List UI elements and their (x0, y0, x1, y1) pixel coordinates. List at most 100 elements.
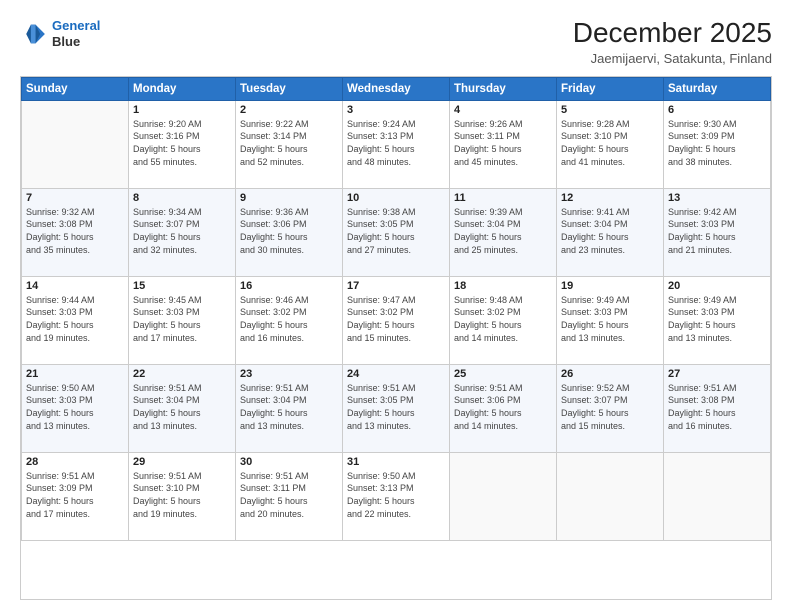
day-info: Sunrise: 9:52 AMSunset: 3:07 PMDaylight:… (561, 382, 659, 432)
col-monday: Monday (129, 77, 236, 100)
day-info: Sunrise: 9:48 AMSunset: 3:02 PMDaylight:… (454, 294, 552, 344)
table-row: 27 Sunrise: 9:51 AMSunset: 3:08 PMDayligh… (664, 364, 771, 452)
table-row: 28 Sunrise: 9:51 AMSunset: 3:09 PMDayligh… (22, 452, 129, 540)
day-info: Sunrise: 9:32 AMSunset: 3:08 PMDaylight:… (26, 206, 124, 256)
table-row (22, 100, 129, 188)
day-number: 10 (347, 192, 445, 204)
day-info: Sunrise: 9:50 AMSunset: 3:03 PMDaylight:… (26, 382, 124, 432)
day-info: Sunrise: 9:22 AMSunset: 3:14 PMDaylight:… (240, 118, 338, 168)
table-row: 19 Sunrise: 9:49 AMSunset: 3:03 PMDayligh… (557, 276, 664, 364)
day-number: 4 (454, 104, 552, 116)
day-info: Sunrise: 9:51 AMSunset: 3:10 PMDaylight:… (133, 470, 231, 520)
table-row: 3 Sunrise: 9:24 AMSunset: 3:13 PMDaylight… (343, 100, 450, 188)
table-row: 31 Sunrise: 9:50 AMSunset: 3:13 PMDayligh… (343, 452, 450, 540)
day-number: 24 (347, 368, 445, 380)
day-number: 2 (240, 104, 338, 116)
day-info: Sunrise: 9:28 AMSunset: 3:10 PMDaylight:… (561, 118, 659, 168)
day-info: Sunrise: 9:44 AMSunset: 3:03 PMDaylight:… (26, 294, 124, 344)
day-info: Sunrise: 9:51 AMSunset: 3:06 PMDaylight:… (454, 382, 552, 432)
table-row: 1 Sunrise: 9:20 AMSunset: 3:16 PMDaylight… (129, 100, 236, 188)
day-info: Sunrise: 9:50 AMSunset: 3:13 PMDaylight:… (347, 470, 445, 520)
day-number: 15 (133, 280, 231, 292)
table-row (557, 452, 664, 540)
logo-icon (20, 20, 48, 48)
calendar-week-row: 1 Sunrise: 9:20 AMSunset: 3:16 PMDaylight… (22, 100, 771, 188)
day-info: Sunrise: 9:46 AMSunset: 3:02 PMDaylight:… (240, 294, 338, 344)
table-row: 29 Sunrise: 9:51 AMSunset: 3:10 PMDayligh… (129, 452, 236, 540)
day-info: Sunrise: 9:24 AMSunset: 3:13 PMDaylight:… (347, 118, 445, 168)
col-tuesday: Tuesday (236, 77, 343, 100)
table-row: 26Sunrise: 9:52 AMSunset: 3:07 PMDayligh… (557, 364, 664, 452)
header: General Blue December 2025 Jaemijaervi, … (20, 18, 772, 66)
table-row (664, 452, 771, 540)
col-saturday: Saturday (664, 77, 771, 100)
table-row: 20Sunrise: 9:49 AMSunset: 3:03 PMDayligh… (664, 276, 771, 364)
day-number: 6 (668, 104, 766, 116)
page: General Blue December 2025 Jaemijaervi, … (0, 0, 792, 612)
day-info: Sunrise: 9:49 AMSunset: 3:03 PMDaylight:… (561, 294, 659, 344)
day-number: 27 (668, 368, 766, 380)
table-row: 12 Sunrise: 9:41 AMSunset: 3:04 PMDayligh… (557, 188, 664, 276)
main-title: December 2025 (573, 18, 772, 49)
table-row: 4 Sunrise: 9:26 AMSunset: 3:11 PMDaylight… (450, 100, 557, 188)
day-number: 18 (454, 280, 552, 292)
day-info: Sunrise: 9:38 AMSunset: 3:05 PMDaylight:… (347, 206, 445, 256)
subtitle: Jaemijaervi, Satakunta, Finland (573, 51, 772, 66)
day-info: Sunrise: 9:42 AMSunset: 3:03 PMDaylight:… (668, 206, 766, 256)
day-number: 12 (561, 192, 659, 204)
day-number: 20 (668, 280, 766, 292)
table-row: 13Sunrise: 9:42 AMSunset: 3:03 PMDayligh… (664, 188, 771, 276)
table-row: 24 Sunrise: 9:51 AMSunset: 3:05 PMDayligh… (343, 364, 450, 452)
table-row: 22 Sunrise: 9:51 AMSunset: 3:04 PMDayligh… (129, 364, 236, 452)
day-number: 14 (26, 280, 124, 292)
day-number: 5 (561, 104, 659, 116)
table-row: 15Sunrise: 9:45 AMSunset: 3:03 PMDayligh… (129, 276, 236, 364)
day-info: Sunrise: 9:20 AMSunset: 3:16 PMDaylight:… (133, 118, 231, 168)
day-info: Sunrise: 9:39 AMSunset: 3:04 PMDaylight:… (454, 206, 552, 256)
day-number: 25 (454, 368, 552, 380)
logo-text: General Blue (52, 18, 100, 49)
day-number: 7 (26, 192, 124, 204)
day-info: Sunrise: 9:51 AMSunset: 3:04 PMDaylight:… (240, 382, 338, 432)
calendar-week-row: 28 Sunrise: 9:51 AMSunset: 3:09 PMDayligh… (22, 452, 771, 540)
day-info: Sunrise: 9:26 AMSunset: 3:11 PMDaylight:… (454, 118, 552, 168)
table-row: 25 Sunrise: 9:51 AMSunset: 3:06 PMDayligh… (450, 364, 557, 452)
table-row: 30Sunrise: 9:51 AMSunset: 3:11 PMDayligh… (236, 452, 343, 540)
day-info: Sunrise: 9:41 AMSunset: 3:04 PMDaylight:… (561, 206, 659, 256)
table-row: 16Sunrise: 9:46 AMSunset: 3:02 PMDayligh… (236, 276, 343, 364)
col-sunday: Sunday (22, 77, 129, 100)
day-info: Sunrise: 9:51 AMSunset: 3:05 PMDaylight:… (347, 382, 445, 432)
day-number: 21 (26, 368, 124, 380)
logo: General Blue (20, 18, 100, 49)
day-number: 17 (347, 280, 445, 292)
day-number: 19 (561, 280, 659, 292)
day-info: Sunrise: 9:51 AMSunset: 3:08 PMDaylight:… (668, 382, 766, 432)
day-number: 1 (133, 104, 231, 116)
calendar-week-row: 21 Sunrise: 9:50 AMSunset: 3:03 PMDayligh… (22, 364, 771, 452)
day-number: 31 (347, 456, 445, 468)
table-row: 9Sunrise: 9:36 AMSunset: 3:06 PMDaylight… (236, 188, 343, 276)
calendar-week-row: 7 Sunrise: 9:32 AMSunset: 3:08 PMDaylight… (22, 188, 771, 276)
table-row: 23 Sunrise: 9:51 AMSunset: 3:04 PMDayligh… (236, 364, 343, 452)
day-info: Sunrise: 9:51 AMSunset: 3:04 PMDaylight:… (133, 382, 231, 432)
col-friday: Friday (557, 77, 664, 100)
day-info: Sunrise: 9:34 AMSunset: 3:07 PMDaylight:… (133, 206, 231, 256)
day-number: 9 (240, 192, 338, 204)
table-row: 18 Sunrise: 9:48 AMSunset: 3:02 PMDayligh… (450, 276, 557, 364)
day-number: 23 (240, 368, 338, 380)
table-row: 7 Sunrise: 9:32 AMSunset: 3:08 PMDaylight… (22, 188, 129, 276)
day-number: 22 (133, 368, 231, 380)
table-row: 5 Sunrise: 9:28 AMSunset: 3:10 PMDaylight… (557, 100, 664, 188)
day-number: 29 (133, 456, 231, 468)
calendar-header-row: Sunday Monday Tuesday Wednesday Thursday… (22, 77, 771, 100)
col-thursday: Thursday (450, 77, 557, 100)
table-row: 14 Sunrise: 9:44 AMSunset: 3:03 PMDayligh… (22, 276, 129, 364)
day-info: Sunrise: 9:51 AMSunset: 3:09 PMDaylight:… (26, 470, 124, 520)
table-row: 2 Sunrise: 9:22 AMSunset: 3:14 PMDaylight… (236, 100, 343, 188)
day-number: 11 (454, 192, 552, 204)
day-number: 28 (26, 456, 124, 468)
calendar: Sunday Monday Tuesday Wednesday Thursday… (20, 76, 772, 600)
table-row: 21 Sunrise: 9:50 AMSunset: 3:03 PMDayligh… (22, 364, 129, 452)
calendar-week-row: 14 Sunrise: 9:44 AMSunset: 3:03 PMDayligh… (22, 276, 771, 364)
day-number: 3 (347, 104, 445, 116)
